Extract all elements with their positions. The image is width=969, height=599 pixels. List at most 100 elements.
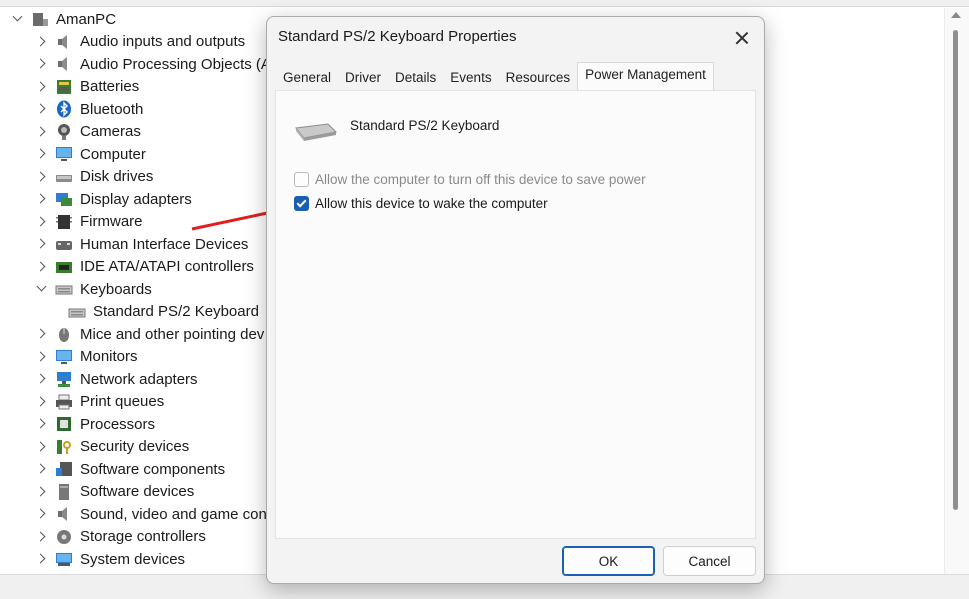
chevron-right-icon[interactable]	[36, 419, 46, 429]
tree-item-label: Monitors	[80, 348, 138, 365]
firmware-icon	[55, 213, 73, 231]
security-icon	[55, 438, 73, 456]
tab-bar: General Driver Details Events Resources …	[276, 62, 714, 92]
close-icon[interactable]	[729, 25, 755, 51]
dialog-title: Standard PS/2 Keyboard Properties	[278, 28, 517, 45]
tab-driver[interactable]: Driver	[338, 65, 388, 91]
computer-icon	[31, 10, 49, 28]
tree-category-item[interactable]: Audio Processing Objects (AP	[36, 53, 281, 75]
power-management-panel: Standard PS/2 Keyboard Allow the compute…	[275, 90, 756, 539]
chevron-right-icon[interactable]	[36, 397, 46, 407]
tree-item-label: IDE ATA/ATAPI controllers	[80, 258, 254, 275]
tab-resources[interactable]: Resources	[499, 65, 578, 91]
chevron-right-icon[interactable]	[36, 509, 46, 519]
properties-dialog: Standard PS/2 Keyboard Properties Genera…	[266, 16, 765, 584]
tree-category-item[interactable]: Mice and other pointing dev	[36, 323, 264, 345]
wake-checkbox[interactable]	[294, 196, 309, 211]
tree-item-label: Display adapters	[80, 190, 192, 208]
tree-category-item[interactable]: Processors	[36, 413, 155, 435]
chevron-right-icon[interactable]	[36, 127, 46, 137]
chevron-right-icon[interactable]	[36, 37, 46, 47]
bluetooth-icon	[55, 100, 73, 118]
speaker-icon	[55, 33, 73, 51]
tree-category-item[interactable]: Disk drives	[36, 166, 153, 188]
tree-category-item[interactable]: Software components	[36, 458, 225, 480]
tree-category-item[interactable]: Audio inputs and outputs	[36, 31, 245, 53]
chevron-down-icon[interactable]	[12, 14, 22, 24]
camera-icon	[55, 123, 73, 141]
keyboard-icon	[295, 123, 338, 141]
tree-root-label: AmanPC	[56, 10, 117, 28]
chevron-right-icon[interactable]	[36, 59, 46, 69]
tree-category-item[interactable]: Batteries	[36, 76, 139, 98]
chevron-right-icon[interactable]	[36, 464, 46, 474]
display-adapter-icon	[55, 190, 73, 208]
battery-icon	[55, 78, 73, 96]
tree-category-item[interactable]: Human Interface Devices	[36, 233, 248, 255]
chevron-right-icon[interactable]	[36, 217, 46, 227]
tree-item-label: Security devices	[80, 438, 190, 455]
tree-category-item[interactable]: Keyboards	[36, 278, 152, 300]
tree-item-label: Firmware	[80, 213, 143, 230]
chevron-right-icon[interactable]	[36, 532, 46, 542]
tree-category-item[interactable]: Computer	[36, 143, 146, 165]
ok-button[interactable]: OK	[562, 546, 655, 576]
monitor-icon	[55, 348, 73, 366]
chevron-right-icon[interactable]	[36, 104, 46, 114]
chevron-right-icon[interactable]	[36, 172, 46, 182]
tab-details[interactable]: Details	[388, 65, 443, 91]
monitor-icon	[55, 145, 73, 163]
tree-category-item[interactable]: Storage controllers	[36, 526, 206, 548]
turn-off-checkbox[interactable]	[294, 172, 309, 187]
tree-child-item[interactable]: Standard PS/2 Keyboard	[59, 301, 259, 323]
wake-label[interactable]: Allow this device to wake the computer	[315, 196, 548, 211]
tree-item-label: Storage controllers	[80, 528, 206, 545]
processor-icon	[55, 415, 73, 433]
tree-category-item[interactable]: Firmware	[36, 211, 143, 233]
hid-icon	[55, 235, 73, 253]
tab-events[interactable]: Events	[443, 65, 498, 91]
chevron-right-icon[interactable]	[36, 262, 46, 272]
chevron-right-icon[interactable]	[36, 82, 46, 92]
tree-item-label: Network adapters	[80, 370, 198, 388]
tree-category-item[interactable]: Network adapters	[36, 368, 198, 390]
chevron-right-icon[interactable]	[36, 194, 46, 204]
chevron-right-icon[interactable]	[36, 442, 46, 452]
tab-power-management[interactable]: Power Management	[577, 62, 714, 92]
tree-item-label: Print queues	[80, 393, 165, 410]
tree-category-item[interactable]: Software devices	[36, 481, 194, 503]
chevron-right-icon[interactable]	[36, 239, 46, 249]
tree-category-item[interactable]: System devices	[36, 548, 185, 570]
chevron-right-icon[interactable]	[36, 149, 46, 159]
tree-category-item[interactable]: Cameras	[36, 121, 141, 143]
tree-category-item[interactable]: Display adapters	[36, 188, 192, 210]
tree-category-item[interactable]: Sound, video and game cont	[36, 503, 271, 525]
tree-item-label: Computer	[80, 145, 146, 163]
chevron-right-icon[interactable]	[36, 374, 46, 384]
tree-category-item[interactable]: Print queues	[36, 391, 164, 413]
tree-category-item[interactable]: IDE ATA/ATAPI controllers	[36, 256, 254, 278]
keyboard-icon	[55, 280, 73, 298]
device-name: Standard PS/2 Keyboard	[350, 118, 500, 133]
tree-category-item[interactable]: Bluetooth	[36, 98, 143, 120]
chevron-right-icon[interactable]	[36, 554, 46, 564]
chevron-right-icon[interactable]	[36, 487, 46, 497]
tree-item-label: Software components	[80, 460, 226, 478]
disk-icon	[55, 168, 73, 186]
tree-root[interactable]: AmanPC	[12, 8, 116, 30]
keyboard-icon	[68, 303, 86, 321]
chevron-right-icon[interactable]	[36, 352, 46, 362]
speaker-icon	[55, 55, 73, 73]
scroll-up-arrow-icon[interactable]	[951, 12, 961, 18]
scrollbar-thumb[interactable]	[953, 30, 958, 510]
tree-item-label: Batteries	[80, 78, 140, 95]
tab-general[interactable]: General	[276, 65, 338, 91]
network-icon	[55, 370, 73, 388]
chevron-down-icon[interactable]	[36, 284, 46, 294]
cancel-button[interactable]: Cancel	[663, 546, 756, 576]
tree-category-item[interactable]: Security devices	[36, 436, 189, 458]
tree-item-label: Mice and other pointing dev	[80, 325, 265, 343]
speaker-icon	[55, 505, 73, 523]
chevron-right-icon[interactable]	[36, 329, 46, 339]
tree-category-item[interactable]: Monitors	[36, 346, 138, 368]
